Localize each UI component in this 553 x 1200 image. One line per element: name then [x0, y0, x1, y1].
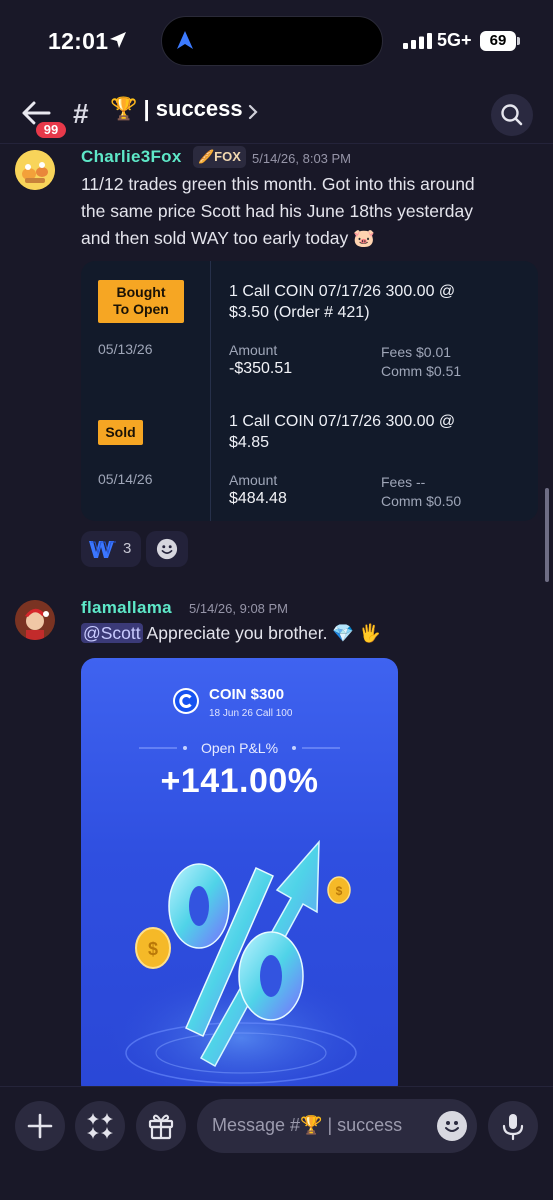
channel-hash-icon: #	[73, 98, 89, 129]
desc-line: $3.50 (Order # 421)	[229, 304, 370, 321]
sparkle-apps-icon	[87, 1113, 113, 1139]
action-pill-bought: Bought To Open	[98, 280, 184, 323]
trade-description: 1 Call COIN 07/17/26 300.00 @ $4.85	[229, 411, 455, 453]
svg-text:$: $	[148, 939, 158, 959]
navigation-arrow-icon	[177, 31, 193, 49]
pnl-share-image[interactable]: COIN $300 18 Jun 26 Call 100 Open P&L% +…	[81, 658, 398, 1098]
message-input-placeholder: Message #🏆 | success	[212, 1115, 403, 1135]
pill-line: To Open	[113, 301, 169, 317]
message-line: the same price Scott had his June 18ths …	[81, 201, 474, 221]
battery-icon: 69	[480, 31, 516, 51]
add-reaction-button[interactable]	[146, 531, 188, 567]
promo-label: Open P&L%	[200, 740, 279, 756]
unread-badge: 99	[33, 119, 69, 141]
avatar-flamallama[interactable]	[15, 600, 55, 640]
reaction-count: 3	[123, 540, 132, 557]
fees-block: Fees -- Comm $0.50	[381, 473, 461, 511]
chevron-right-icon[interactable]	[246, 103, 260, 121]
chat-screen: 12:01 5G+ 69 99 # 🏆 | success Charlie3Fo…	[0, 0, 553, 1200]
message-line: 11/12 trades green this month. Got into …	[81, 174, 475, 194]
avatar-charlie3fox[interactable]	[15, 150, 55, 190]
fox-avatar-icon	[15, 150, 55, 190]
w-logo-icon	[89, 541, 116, 558]
comm-value: Comm $0.51	[381, 363, 462, 379]
message-author[interactable]: Charlie3Fox	[81, 147, 182, 167]
card-divider	[210, 261, 211, 521]
apps-button[interactable]	[75, 1101, 125, 1151]
clock: 12:01	[48, 28, 109, 54]
signal-icon	[403, 33, 432, 49]
composer-bar: Message #🏆 | success	[0, 1086, 553, 1200]
amount-label: Amount	[229, 342, 278, 358]
message-line: and then sold WAY too early today 🐷	[81, 228, 375, 248]
message-text: @Scott Appreciate you brother. 💎 🖐	[81, 620, 381, 647]
channel-name[interactable]: 🏆 | success	[110, 96, 243, 122]
status-bar: 12:01 5G+ 69	[0, 0, 553, 82]
search-button[interactable]	[491, 94, 533, 136]
pill-line: Bought	[116, 284, 166, 300]
message-timestamp: 5/14/26, 9:08 PM	[189, 601, 289, 616]
desc-line: $4.85	[229, 434, 270, 451]
emoji-face-icon	[445, 1121, 459, 1132]
plus-icon	[27, 1113, 53, 1139]
flamallama-avatar-icon	[15, 600, 55, 640]
search-icon	[501, 104, 523, 126]
gift-icon	[148, 1114, 174, 1140]
battery-tip	[517, 37, 520, 45]
emoji-picker-button[interactable]	[437, 1111, 467, 1141]
action-pill-sold: Sold	[98, 420, 143, 445]
svg-text:$: $	[336, 884, 343, 898]
network-type: 5G+	[437, 30, 472, 50]
user-mention[interactable]: @Scott	[81, 623, 143, 643]
message-text: 11/12 trades green this month. Got into …	[81, 171, 475, 252]
message-timestamp: 5/14/26, 8:03 PM	[252, 151, 352, 166]
amount-value: -$350.51	[229, 360, 293, 377]
message-author[interactable]: flamallama	[81, 598, 172, 618]
message-body: Appreciate you brother. 💎 🖐	[142, 623, 381, 643]
comm-value: Comm $0.50	[381, 493, 462, 509]
location-arrow-icon	[110, 32, 126, 48]
promo-ticker: COIN $300	[209, 686, 285, 703]
voice-message-button[interactable]	[488, 1101, 538, 1151]
amount-label: Amount	[229, 472, 278, 488]
amount-value: $484.48	[229, 490, 287, 507]
channel-header: 99 # 🏆 | success	[0, 82, 553, 144]
desc-line: 1 Call COIN 07/17/26 300.00 @	[229, 283, 456, 300]
trade-date: 05/14/26	[98, 471, 153, 487]
server-tag[interactable]: 🥖FOX	[193, 146, 246, 168]
gift-button[interactable]	[136, 1101, 186, 1151]
fees-value: Fees $0.01	[381, 344, 452, 360]
promo-contract: 18 Jun 26 Call 100	[209, 708, 293, 719]
trade-description: 1 Call COIN 07/17/26 300.00 @ $3.50 (Ord…	[229, 281, 455, 323]
fees-block: Fees $0.01 Comm $0.51	[381, 343, 461, 381]
trade-date: 05/13/26	[98, 341, 153, 357]
desc-line: 1 Call COIN 07/17/26 300.00 @	[229, 413, 456, 430]
message-input[interactable]: Message #🏆 | success	[197, 1099, 477, 1153]
smiley-icon	[156, 538, 178, 560]
add-attachment-button[interactable]	[15, 1101, 65, 1151]
microphone-icon	[502, 1114, 524, 1141]
reaction-w-logo[interactable]: 3	[81, 531, 141, 567]
trade-history-card[interactable]: Bought To Open 05/13/26 1 Call COIN 07/1…	[81, 261, 538, 521]
fees-value: Fees --	[381, 474, 426, 490]
promo-pnl-value: +141.00%	[160, 762, 319, 800]
scrollbar[interactable]	[545, 488, 549, 582]
percent-arrow-illustration: $ $	[101, 839, 381, 1098]
coinbase-logo-icon	[173, 688, 199, 714]
